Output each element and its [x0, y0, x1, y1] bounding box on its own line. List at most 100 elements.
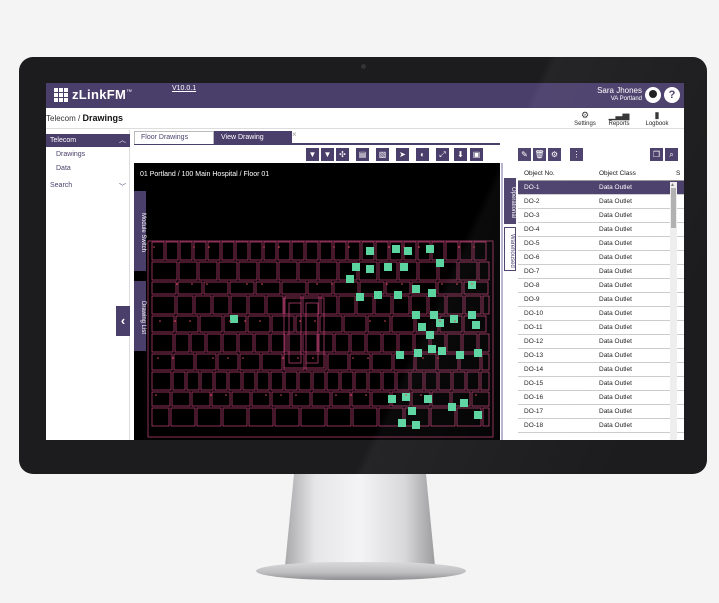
data-outlet-marker[interactable]: [436, 259, 444, 267]
data-outlet-marker[interactable]: [384, 263, 392, 271]
scroll-thumb[interactable]: [671, 188, 676, 228]
table-row[interactable]: DO-5 Data Outlet: [518, 237, 684, 251]
tab-view-drawing[interactable]: View Drawing: [214, 131, 292, 144]
table-row[interactable]: DO-10 Data Outlet: [518, 307, 684, 321]
table-row[interactable]: DO-13 Data Outlet: [518, 349, 684, 363]
edit-icon[interactable]: ✎: [518, 148, 531, 161]
fit-view-icon[interactable]: ⤢: [436, 148, 449, 161]
table-row[interactable]: DO-16 Data Outlet: [518, 391, 684, 405]
data-outlet-marker[interactable]: [474, 349, 482, 357]
avatar[interactable]: [645, 87, 661, 103]
data-outlet-marker[interactable]: [408, 407, 416, 415]
data-outlet-marker[interactable]: [418, 323, 426, 331]
settings-button[interactable]: ⚙ Settings: [568, 110, 602, 127]
filter-icon[interactable]: ▼: [306, 148, 319, 161]
sidebar-section-telecom[interactable]: Telecom ︿: [46, 134, 130, 147]
reports-button[interactable]: ▁▃▅ Reports: [602, 110, 636, 127]
data-outlet-marker[interactable]: [230, 315, 238, 323]
table-scrollbar[interactable]: ▲: [670, 182, 677, 440]
table-row[interactable]: DO-2 Data Outlet: [518, 195, 684, 209]
data-outlet-marker[interactable]: [392, 245, 400, 253]
collapse-sidebar-button[interactable]: ‹: [116, 306, 130, 336]
drawing-list-tab[interactable]: Drawing List: [134, 281, 146, 351]
table-row[interactable]: DO-3 Data Outlet: [518, 209, 684, 223]
table-row[interactable]: DO-4 Data Outlet: [518, 223, 684, 237]
table-row[interactable]: DO-1 Data Outlet: [518, 181, 684, 195]
data-outlet-marker[interactable]: [430, 311, 438, 319]
copy-icon[interactable]: ❐: [650, 148, 663, 161]
table-row[interactable]: DO-15 Data Outlet: [518, 377, 684, 391]
table-row[interactable]: DO-9 Data Outlet: [518, 293, 684, 307]
table-row[interactable]: DO-14 Data Outlet: [518, 363, 684, 377]
tab-operational[interactable]: Operational: [504, 178, 516, 224]
data-outlet-marker[interactable]: [366, 265, 374, 273]
module-switch-tab[interactable]: Module Switch: [134, 191, 146, 271]
data-outlet-marker[interactable]: [438, 347, 446, 355]
sidebar-search[interactable]: Search ﹀: [50, 182, 128, 191]
logbook-button[interactable]: ▮ Logbook: [640, 110, 674, 127]
toggle-icon[interactable]: ◐: [416, 148, 429, 161]
data-outlet-marker[interactable]: [428, 289, 436, 297]
table-row[interactable]: DO-7 Data Outlet: [518, 265, 684, 279]
data-outlet-marker[interactable]: [412, 311, 420, 319]
data-outlet-marker[interactable]: [426, 245, 434, 253]
data-outlet-marker[interactable]: [472, 321, 480, 329]
data-outlet-marker[interactable]: [468, 311, 476, 319]
data-outlet-marker[interactable]: [398, 419, 406, 427]
help-icon[interactable]: ?: [664, 87, 680, 103]
gear-icon[interactable]: ⚙: [548, 148, 561, 161]
data-outlet-marker[interactable]: [450, 315, 458, 323]
data-outlet-marker[interactable]: [474, 411, 482, 419]
data-outlet-marker[interactable]: [404, 247, 412, 255]
data-outlet-marker[interactable]: [460, 399, 468, 407]
zoom-search-icon[interactable]: ⌕: [665, 148, 678, 161]
more-options-icon[interactable]: ⋮: [570, 148, 583, 161]
data-outlet-marker[interactable]: [414, 349, 422, 357]
table-row[interactable]: DO-6 Data Outlet: [518, 251, 684, 265]
close-icon[interactable]: ×: [292, 130, 297, 139]
sidebar-item-drawings[interactable]: Drawings: [56, 151, 85, 158]
export-icon[interactable]: ▧: [376, 148, 389, 161]
data-outlet-marker[interactable]: [412, 421, 420, 429]
floor-plan-canvas[interactable]: 01 Portland / 100 Main Hospital / Floor …: [134, 163, 500, 440]
table-row[interactable]: DO-18 Data Outlet: [518, 419, 684, 433]
tab-warehoused[interactable]: Warehoused: [504, 227, 516, 271]
data-outlet-marker[interactable]: [400, 263, 408, 271]
panel-divider[interactable]: [501, 163, 503, 440]
save-icon[interactable]: ▣: [470, 148, 483, 161]
data-outlet-marker[interactable]: [366, 247, 374, 255]
table-row[interactable]: DO-12 Data Outlet: [518, 335, 684, 349]
breadcrumb-parent[interactable]: Telecom: [46, 114, 76, 123]
data-outlet-marker[interactable]: [374, 291, 382, 299]
data-outlet-marker[interactable]: [352, 263, 360, 271]
download-icon[interactable]: ⬇: [454, 148, 467, 161]
room: [171, 391, 191, 407]
data-outlet-marker[interactable]: [356, 293, 364, 301]
tab-floor-drawings[interactable]: Floor Drawings: [134, 131, 214, 144]
table-row[interactable]: DO-17 Data Outlet: [518, 405, 684, 419]
data-outlet-marker[interactable]: [412, 285, 420, 293]
app-menu-icon[interactable]: [54, 88, 68, 102]
data-outlet-marker[interactable]: [428, 345, 436, 353]
data-outlet-marker[interactable]: [448, 403, 456, 411]
sidebar-item-data[interactable]: Data: [56, 165, 71, 172]
legend-icon[interactable]: ▤: [356, 148, 369, 161]
table-row[interactable]: DO-8 Data Outlet: [518, 279, 684, 293]
data-outlet-marker[interactable]: [456, 351, 464, 359]
column-object-class[interactable]: Object Class: [599, 170, 636, 177]
data-outlet-marker[interactable]: [394, 291, 402, 299]
delete-icon[interactable]: 🗑: [533, 148, 546, 161]
select-pointer-icon[interactable]: ➤: [396, 148, 409, 161]
data-outlet-marker[interactable]: [426, 331, 434, 339]
column-s[interactable]: S: [676, 170, 680, 177]
data-outlet-marker[interactable]: [468, 281, 476, 289]
column-object-no[interactable]: Object No.: [524, 170, 555, 177]
data-outlet-marker[interactable]: [346, 275, 354, 283]
table-row[interactable]: DO-11 Data Outlet: [518, 321, 684, 335]
data-outlet-marker[interactable]: [388, 395, 396, 403]
layers-icon[interactable]: ✣: [336, 148, 349, 161]
data-outlet-marker[interactable]: [396, 351, 404, 359]
version-link[interactable]: V10.0.1: [172, 85, 196, 92]
filter-clear-icon[interactable]: ▼: [321, 148, 334, 161]
data-outlet-marker[interactable]: [424, 395, 432, 403]
